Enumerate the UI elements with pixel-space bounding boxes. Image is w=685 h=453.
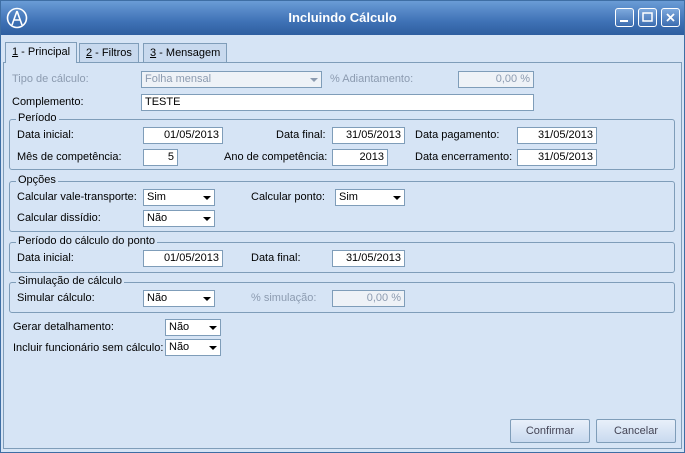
vale-transporte-value: Sim: [147, 191, 166, 203]
opcoes-group: Opções Calcular vale-transporte: Sim Cal…: [9, 174, 675, 232]
data-pagamento-label: Data pagamento:: [415, 129, 500, 141]
simulacao-group: Simulação de cálculo Simular cálculo: Nã…: [9, 275, 675, 313]
vale-transporte-select[interactable]: Sim: [143, 189, 215, 206]
data-encerramento-label: Data encerramento:: [415, 151, 513, 163]
window-title: Incluindo Cálculo: [288, 10, 397, 25]
incluir-funcionario-select[interactable]: Não: [165, 339, 221, 356]
data-inicial-input[interactable]: 01/05/2013: [143, 127, 223, 144]
tab-mensagem[interactable]: 3 - Mensagem: [143, 43, 228, 62]
periodo-ponto-title: Período do cálculo do ponto: [16, 235, 157, 247]
mes-competencia-input[interactable]: 5: [143, 149, 178, 166]
chevron-down-icon: [206, 320, 220, 335]
minimize-button[interactable]: [615, 8, 634, 27]
opcoes-title: Opções: [16, 174, 58, 186]
tipo-calculo-select[interactable]: Folha mensal: [141, 71, 322, 88]
incluir-funcionario-value: Não: [169, 341, 190, 353]
tab-filtros[interactable]: 2 - Filtros: [79, 43, 139, 62]
periodo-ponto-group: Período do cálculo do ponto Data inicial…: [9, 235, 675, 273]
adiantamento-label: % Adiantamento:: [330, 73, 414, 85]
simular-calculo-label: Simular cálculo:: [17, 292, 95, 304]
tipo-calculo-value: Folha mensal: [145, 73, 212, 85]
percent-simulacao-label: % simulação:: [251, 292, 317, 304]
gerar-detalhamento-select[interactable]: Não: [165, 319, 221, 336]
ponto-data-final-input[interactable]: 31/05/2013: [332, 250, 405, 267]
complemento-input[interactable]: TESTE: [141, 94, 534, 111]
simular-calculo-select[interactable]: Não: [143, 290, 215, 307]
vale-transporte-label: Calcular vale-transporte:: [17, 191, 137, 203]
ponto-data-inicial-input[interactable]: 01/05/2013: [143, 250, 223, 267]
calcular-dissidio-value: Não: [147, 212, 168, 224]
tab-filtros-label: - Filtros: [92, 47, 132, 59]
tipo-calculo-label: Tipo de cálculo:: [12, 73, 89, 85]
chevron-down-icon: [206, 340, 220, 355]
chevron-down-icon: [200, 211, 214, 226]
simular-calculo-value: Não: [147, 292, 168, 304]
data-final-label: Data final:: [276, 129, 326, 141]
periodo-title: Período: [16, 112, 59, 124]
ponto-data-inicial-label: Data inicial:: [17, 252, 74, 264]
simulacao-title: Simulação de cálculo: [16, 275, 124, 287]
complemento-label: Complemento:: [12, 96, 84, 108]
close-button[interactable]: [661, 8, 680, 27]
gerar-detalhamento-value: Não: [169, 321, 190, 333]
tab-principal-label: - Principal: [18, 46, 71, 58]
data-final-input[interactable]: 31/05/2013: [332, 127, 405, 144]
mes-competencia-label: Mês de competência:: [17, 151, 122, 163]
adiantamento-input[interactable]: 0,00 %: [458, 71, 534, 88]
calcular-ponto-select[interactable]: Sim: [335, 189, 405, 206]
title-bar[interactable]: Incluindo Cálculo: [1, 1, 684, 35]
minimize-icon: [620, 20, 628, 22]
tab-mensagem-label: - Mensagem: [156, 47, 221, 59]
percent-simulacao-input[interactable]: 0,00 %: [332, 290, 405, 307]
maximize-icon: [642, 12, 653, 22]
cancel-button[interactable]: Cancelar: [596, 419, 676, 443]
close-icon: [666, 13, 675, 22]
maximize-button[interactable]: [638, 8, 657, 27]
gerar-detalhamento-label: Gerar detalhamento:: [13, 321, 114, 333]
periodo-group: Período Data inicial: 01/05/2013 Data fi…: [9, 112, 675, 170]
data-pagamento-input[interactable]: 31/05/2013: [517, 127, 597, 144]
calcular-ponto-label: Calcular ponto:: [251, 191, 325, 203]
tab-panel-principal: Tipo de cálculo: Folha mensal % Adiantam…: [3, 62, 682, 449]
calcular-dissidio-select[interactable]: Não: [143, 210, 215, 227]
ano-competencia-label: Ano de competência:: [224, 151, 328, 163]
ponto-data-final-label: Data final:: [251, 252, 301, 264]
incluir-funcionario-label: Incluir funcionário sem cálculo:: [13, 342, 164, 354]
chevron-down-icon: [390, 190, 404, 205]
calcular-ponto-value: Sim: [339, 191, 358, 203]
tab-principal[interactable]: 1 - Principal: [5, 42, 78, 63]
chevron-down-icon: [200, 291, 214, 306]
calcular-dissidio-label: Calcular dissídio:: [17, 212, 101, 224]
confirm-button[interactable]: Confirmar: [510, 419, 590, 443]
chevron-down-icon: [200, 190, 214, 205]
chevron-down-icon: [307, 72, 321, 87]
data-encerramento-input[interactable]: 31/05/2013: [517, 149, 597, 166]
dialog-window: Incluindo Cálculo 1 - Principal 2 - Filt…: [0, 0, 685, 453]
ano-competencia-input[interactable]: 2013: [332, 149, 388, 166]
data-inicial-label: Data inicial:: [17, 129, 74, 141]
